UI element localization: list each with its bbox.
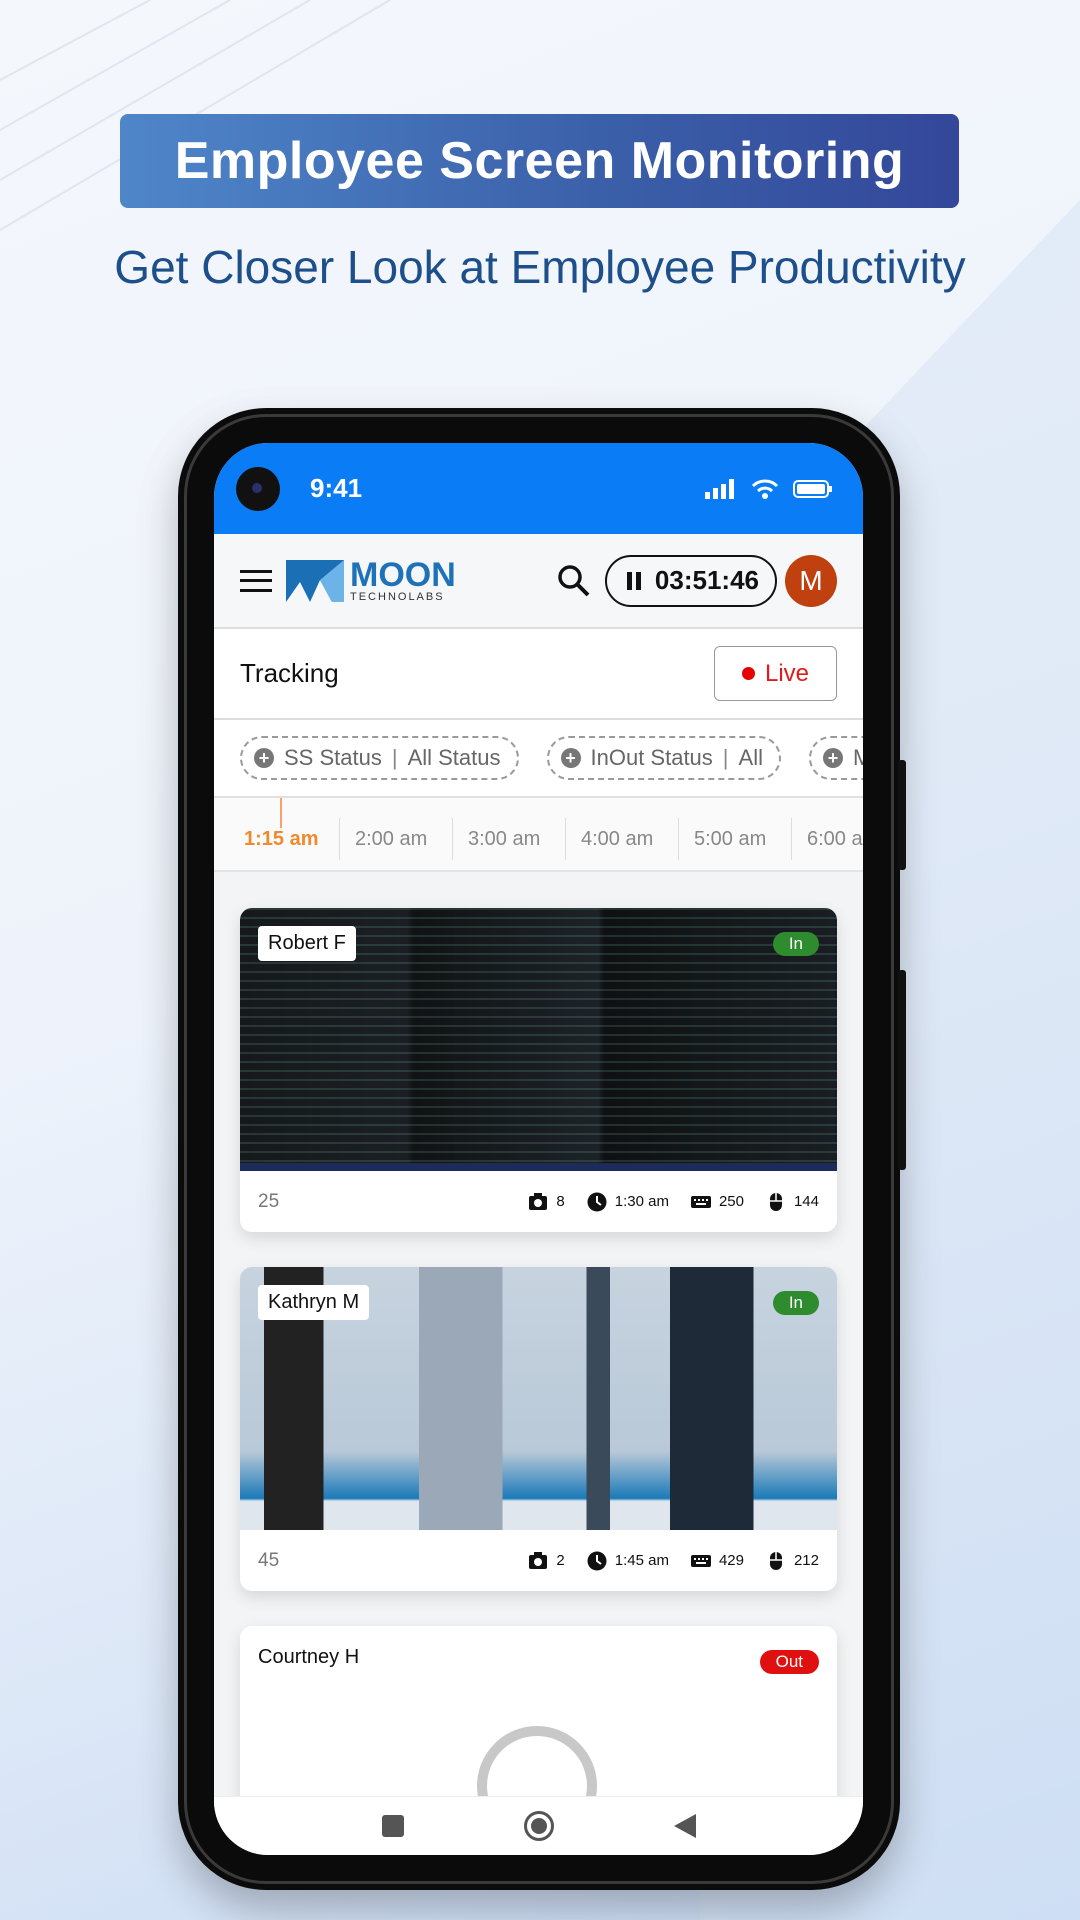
filter-label: M [853,745,863,771]
timeline-tick[interactable]: 5:00 am [678,818,791,860]
pause-icon [626,571,641,590]
home-button[interactable] [523,1811,554,1841]
timeline-current-time: 1:15 am [244,828,319,850]
employee-list: Robert F In 25 8 1:30 am 250 144 Kathryn… [214,872,863,1846]
filter-value: All [738,745,763,770]
plus-circle-icon: + [822,748,843,768]
status-badge: In [772,1291,819,1315]
photo-count: 8 [556,1193,565,1210]
screenshot-thumbnail[interactable]: Kathryn M In [240,1267,837,1530]
phone-power-button [898,970,906,1170]
click-count: 144 [793,1193,819,1210]
camera-icon [529,1192,548,1210]
timeline-tick[interactable]: 6:00 am [791,818,863,860]
keyboard-icon [690,1554,711,1567]
status-time: 9:41 [310,473,363,503]
filter-value: All Status [407,745,501,770]
status-badge: Out [759,1650,819,1674]
employee-name: Robert F [258,926,356,961]
clock-icon [587,1551,607,1570]
logo-subtext: TECHNOLABS [350,591,445,603]
last-active-time: 1:45 am [614,1552,669,1569]
front-camera-icon [236,466,280,511]
last-active-time: 1:30 am [614,1193,669,1210]
promo-title: Employee Screen Monitoring [120,114,959,208]
live-dot-icon [741,667,755,680]
live-button[interactable]: Live [714,646,837,701]
employee-card[interactable]: Kathryn M In 45 2 1:45 am 429 212 [240,1267,837,1591]
logo-text: MOON [350,556,456,594]
company-logo: MOON TECHNOLABS [286,558,456,603]
clock-icon [587,1192,607,1211]
timeline-tick[interactable]: 2:00 am [339,818,452,860]
page-title: Tracking [240,658,339,688]
back-button[interactable] [673,1814,696,1838]
status-badge: In [772,932,819,956]
click-count: 212 [793,1552,819,1569]
screenshot-thumbnail[interactable]: Robert F In [240,908,837,1171]
signal-icon [705,478,734,499]
mouse-icon [769,1551,782,1570]
timeline-tick[interactable]: 3:00 am [452,818,565,860]
divider: | [391,745,398,770]
photo-count: 2 [556,1552,565,1569]
keyboard-icon [690,1195,711,1208]
work-timer-button[interactable]: 03:51:46 [604,554,777,607]
filter-inout-status[interactable]: + InOut Status | All [546,736,781,780]
mouse-icon [769,1192,782,1211]
filter-label: SS Status [284,745,382,770]
filter-more[interactable]: +M [808,736,863,780]
plus-circle-icon: + [254,748,274,768]
tracking-header: Tracking Live [214,629,863,720]
phone-volume-button [898,760,906,870]
keystroke-count: 429 [718,1552,744,1569]
filter-label: InOut Status [590,745,713,770]
timeline-tick[interactable]: 4:00 am [565,818,678,860]
phone-screen: 9:41 MOON TECHNOLABS 03:51:46 M Tracking… [214,443,863,1855]
live-label: Live [764,659,810,687]
screenshot-count: 25 [258,1190,280,1212]
keystroke-count: 250 [718,1193,744,1210]
promo-subtitle: Get Closer Look at Employee Productivity [114,241,966,293]
logo-mark-icon [286,559,344,602]
menu-icon[interactable] [240,569,272,592]
employee-card[interactable]: Robert F In 25 8 1:30 am 250 144 [240,908,837,1232]
plus-circle-icon: + [560,748,581,768]
employee-name: Kathryn M [258,1285,370,1320]
timeline-current-marker [280,798,282,828]
system-nav-bar [214,1796,863,1855]
avatar[interactable]: M [785,554,837,607]
timer-value: 03:51:46 [654,565,759,595]
camera-icon [529,1551,548,1569]
filter-ss-status[interactable]: + SS Status | All Status [240,736,519,780]
screenshot-count: 45 [258,1549,280,1571]
status-bar: 9:41 [214,443,863,534]
wifi-icon [751,479,779,499]
filter-bar: + SS Status | All Status + InOut Status | All … [214,720,863,798]
timeline-scrubber[interactable]: 1:15 am 2:00 am 3:00 am 4:00 am 5:00 am … [214,798,863,872]
search-icon[interactable] [557,564,591,598]
app-header: MOON TECHNOLABS 03:51:46 M [214,534,863,629]
recents-button[interactable] [381,1815,404,1837]
battery-icon [793,479,832,498]
divider: | [722,745,729,770]
employee-name: Courtney H [258,1646,360,1668]
